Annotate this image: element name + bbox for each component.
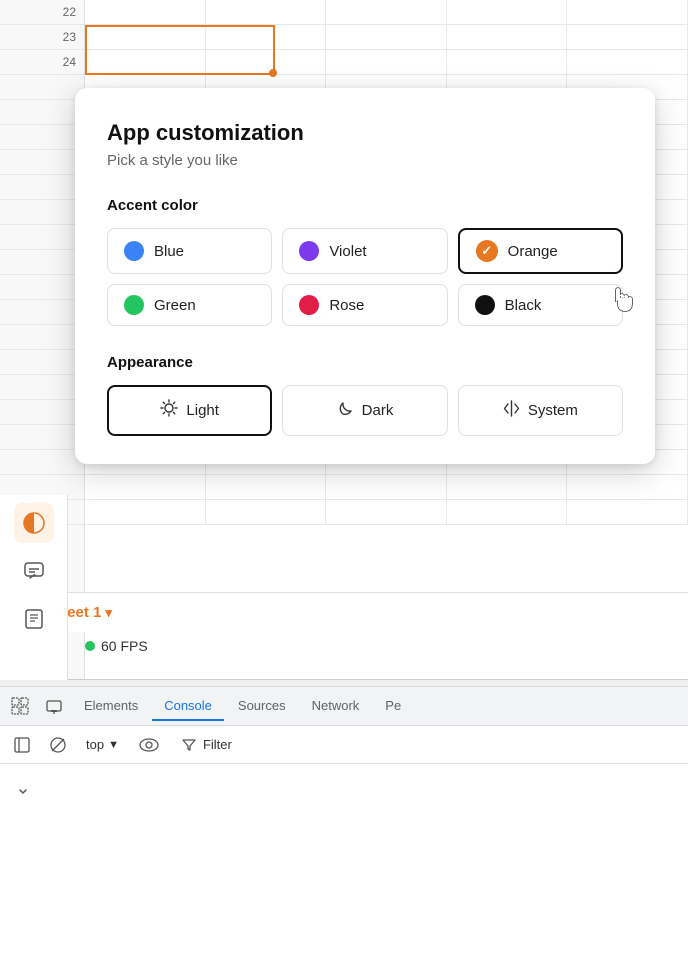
orange-label: Orange bbox=[508, 243, 558, 260]
row-empty-3 bbox=[0, 125, 84, 150]
popup-subtitle: Pick a style you like bbox=[107, 152, 623, 169]
filter-button[interactable]: Filter bbox=[173, 734, 240, 756]
tab-more[interactable]: Pe bbox=[373, 692, 413, 721]
responsive-icon[interactable] bbox=[38, 690, 70, 722]
console-content bbox=[0, 764, 688, 960]
appearance-option-dark[interactable]: Dark bbox=[282, 385, 447, 436]
row-empty-10 bbox=[0, 300, 84, 325]
appearance-grid: Light Dark System bbox=[107, 385, 623, 436]
sheet-bar: + Sheet 1 ▾ bbox=[0, 592, 688, 632]
green-dot bbox=[124, 295, 144, 315]
row-empty-14 bbox=[0, 400, 84, 425]
row-empty-11 bbox=[0, 325, 84, 350]
console-chevron[interactable] bbox=[16, 785, 30, 802]
color-grid: Blue Violet ✓ Orange Green Rose Black bbox=[107, 228, 623, 326]
color-option-blue[interactable]: Blue bbox=[107, 228, 272, 274]
black-label: Black bbox=[505, 297, 542, 314]
accent-color-label: Accent color bbox=[107, 197, 623, 214]
popup-title: App customization bbox=[107, 120, 623, 146]
tab-elements[interactable]: Elements bbox=[72, 692, 150, 721]
sidebar-icon-chat[interactable] bbox=[14, 551, 54, 591]
black-dot bbox=[475, 295, 495, 315]
element-selector-icon[interactable] bbox=[4, 690, 36, 722]
row-23: 23 bbox=[0, 25, 84, 50]
row-empty-15 bbox=[0, 425, 84, 450]
devtools-bar: Elements Console Sources Network Pe bbox=[0, 686, 688, 726]
tab-network[interactable]: Network bbox=[300, 692, 372, 721]
system-icon bbox=[503, 400, 520, 422]
row-24: 24 bbox=[0, 50, 84, 75]
block-icon[interactable] bbox=[44, 731, 72, 759]
color-option-black[interactable]: Black bbox=[458, 284, 623, 326]
row-empty-2 bbox=[0, 100, 84, 125]
app-customization-popup: App customization Pick a style you like … bbox=[75, 88, 655, 464]
dark-label: Dark bbox=[362, 402, 394, 419]
top-dropdown-arrow: ▼ bbox=[108, 739, 119, 751]
system-label: System bbox=[528, 402, 578, 419]
orange-check-circle: ✓ bbox=[476, 240, 498, 262]
tab-console[interactable]: Console bbox=[152, 692, 224, 721]
top-label: top bbox=[86, 737, 104, 752]
row-empty-8 bbox=[0, 250, 84, 275]
row-empty-6 bbox=[0, 200, 84, 225]
sidebar-icon-theme[interactable] bbox=[14, 503, 54, 543]
dark-moon-icon bbox=[337, 400, 354, 422]
row-empty-4 bbox=[0, 150, 84, 175]
color-option-orange[interactable]: ✓ Orange bbox=[458, 228, 623, 274]
sheet-dropdown-arrow[interactable]: ▾ bbox=[105, 605, 112, 621]
row-empty-9 bbox=[0, 275, 84, 300]
row-empty-5 bbox=[0, 175, 84, 200]
blue-label: Blue bbox=[154, 243, 184, 260]
left-sidebar bbox=[0, 495, 68, 680]
color-option-green[interactable]: Green bbox=[107, 284, 272, 326]
rose-dot bbox=[299, 295, 319, 315]
fps-label: 60 FPS bbox=[101, 638, 148, 654]
row-empty-1 bbox=[0, 75, 84, 100]
rose-label: Rose bbox=[329, 297, 364, 314]
eye-icon[interactable] bbox=[133, 731, 165, 759]
top-selector[interactable]: top ▼ bbox=[80, 734, 125, 755]
light-label: Light bbox=[186, 402, 219, 419]
color-option-violet[interactable]: Violet bbox=[282, 228, 447, 274]
fps-indicator: 60 FPS bbox=[85, 638, 148, 654]
violet-label: Violet bbox=[329, 243, 366, 260]
row-22: 22 bbox=[0, 0, 84, 25]
row-empty-13 bbox=[0, 375, 84, 400]
sidebar-icon-book[interactable] bbox=[14, 599, 54, 639]
fps-dot bbox=[85, 641, 95, 651]
green-label: Green bbox=[154, 297, 196, 314]
row-empty-7 bbox=[0, 225, 84, 250]
tab-sources[interactable]: Sources bbox=[226, 692, 298, 721]
color-option-rose[interactable]: Rose bbox=[282, 284, 447, 326]
row-30 bbox=[0, 450, 84, 475]
violet-dot bbox=[299, 241, 319, 261]
appearance-option-light[interactable]: Light bbox=[107, 385, 272, 436]
appearance-option-system[interactable]: System bbox=[458, 385, 623, 436]
orange-check-mark: ✓ bbox=[481, 243, 492, 259]
sidebar-panel-icon[interactable] bbox=[8, 731, 36, 759]
row-empty-12 bbox=[0, 350, 84, 375]
devtools-console-bar: top ▼ Filter bbox=[0, 726, 688, 764]
filter-label: Filter bbox=[203, 737, 232, 752]
appearance-label: Appearance bbox=[107, 354, 623, 371]
blue-dot bbox=[124, 241, 144, 261]
light-sun-icon bbox=[160, 399, 178, 422]
